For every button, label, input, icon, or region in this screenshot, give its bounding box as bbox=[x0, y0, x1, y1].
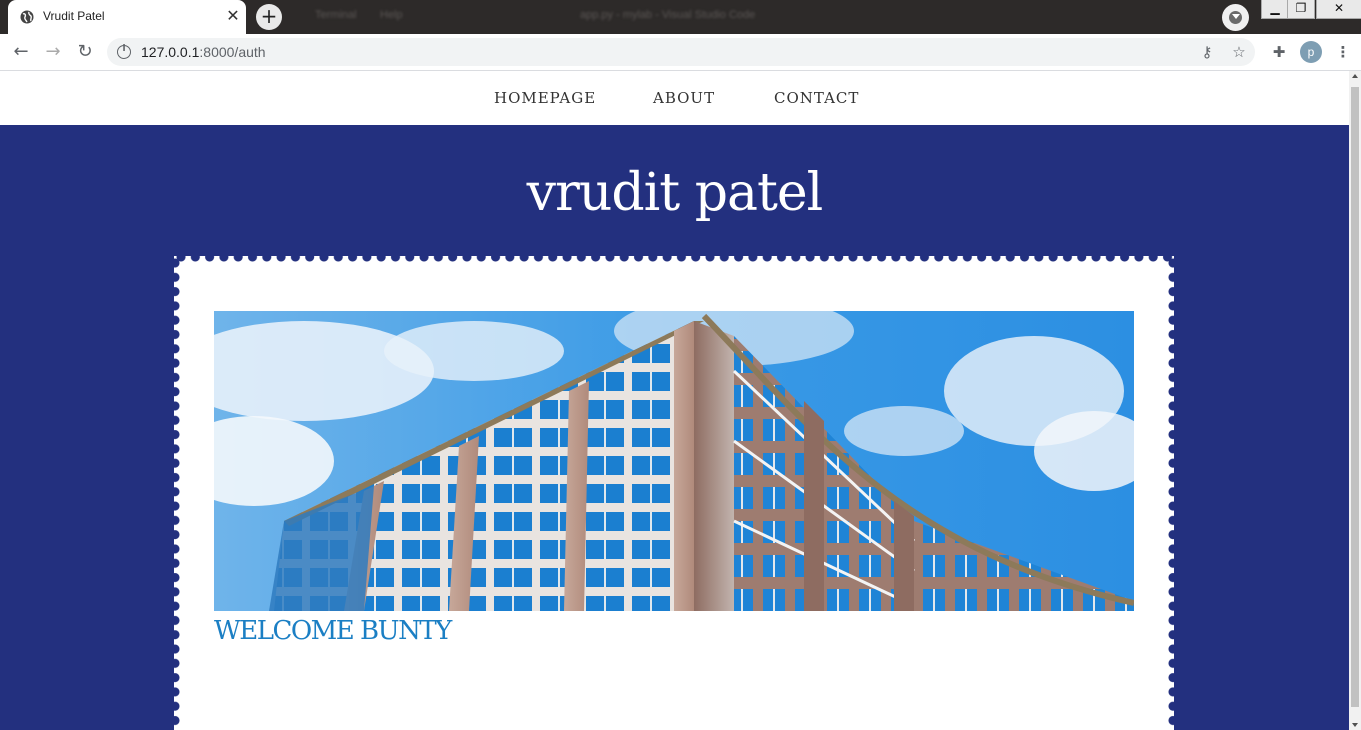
card-perforation-left bbox=[170, 256, 180, 730]
hero-building-image bbox=[214, 311, 1134, 611]
tab-title: Vrudit Patel bbox=[43, 9, 105, 23]
scalloped-border bbox=[0, 125, 1349, 135]
menu-icon[interactable]: ⋮ bbox=[1332, 41, 1354, 63]
browser-toolbar: ← → ↻ 127.0.0.1:8000/auth ⚷ ☆ ✚ p ⋮ bbox=[0, 34, 1361, 71]
tab-search-icon[interactable] bbox=[1222, 4, 1249, 31]
scroll-down-icon[interactable] bbox=[1352, 723, 1358, 727]
card-perforation-right bbox=[1168, 256, 1178, 730]
restore-button[interactable]: ❐ bbox=[1287, 0, 1315, 19]
site-navbar: HOMEPAGE ABOUT CONTACT bbox=[0, 71, 1349, 125]
page-title: vrudit patel bbox=[526, 163, 824, 223]
nav-about[interactable]: ABOUT bbox=[653, 89, 715, 107]
nav-contact[interactable]: CONTACT bbox=[774, 89, 859, 107]
info-icon[interactable] bbox=[117, 44, 131, 59]
nav-homepage[interactable]: HOMEPAGE bbox=[494, 89, 596, 107]
page-viewport: HOMEPAGE ABOUT CONTACT vrudit patel WELC… bbox=[0, 71, 1349, 730]
plus-icon[interactable]: + bbox=[256, 4, 282, 30]
url-text[interactable]: 127.0.0.1:8000/auth bbox=[141, 44, 266, 60]
window-close-button[interactable]: ✕ bbox=[1316, 0, 1361, 19]
scroll-up-icon[interactable] bbox=[1352, 74, 1358, 78]
reload-icon[interactable]: ↻ bbox=[73, 40, 97, 64]
address-bar[interactable]: 127.0.0.1:8000/auth ⚷ ☆ bbox=[107, 38, 1255, 66]
welcome-message: WELCOME BUNTY bbox=[214, 616, 452, 646]
page-scrollbar[interactable] bbox=[1349, 71, 1361, 730]
key-icon[interactable]: ⚷ bbox=[1196, 41, 1218, 63]
star-icon[interactable]: ☆ bbox=[1228, 41, 1250, 63]
ghost-window-title: app.py - mylab - Visual Studio Code bbox=[580, 9, 756, 21]
avatar[interactable]: p bbox=[1300, 41, 1322, 63]
forward-icon[interactable]: → bbox=[41, 40, 65, 64]
ghost-menu-help: Help bbox=[380, 9, 403, 21]
content-card: WELCOME BUNTY bbox=[170, 252, 1178, 730]
globe-icon bbox=[20, 10, 34, 24]
card-perforation-top bbox=[174, 252, 1174, 262]
ghost-menu-terminal: Terminal bbox=[315, 9, 357, 21]
tab-strip: Vrudit Patel ✕ + Terminal Help app.py - … bbox=[0, 0, 1361, 34]
scroll-thumb[interactable] bbox=[1351, 87, 1359, 707]
back-icon[interactable]: ← bbox=[9, 40, 33, 64]
browser-tab[interactable]: Vrudit Patel ✕ bbox=[8, 0, 246, 34]
extension-icon[interactable]: ✚ bbox=[1268, 41, 1290, 63]
close-icon[interactable]: ✕ bbox=[224, 6, 242, 26]
minimize-button[interactable]: ▁ bbox=[1261, 0, 1289, 19]
